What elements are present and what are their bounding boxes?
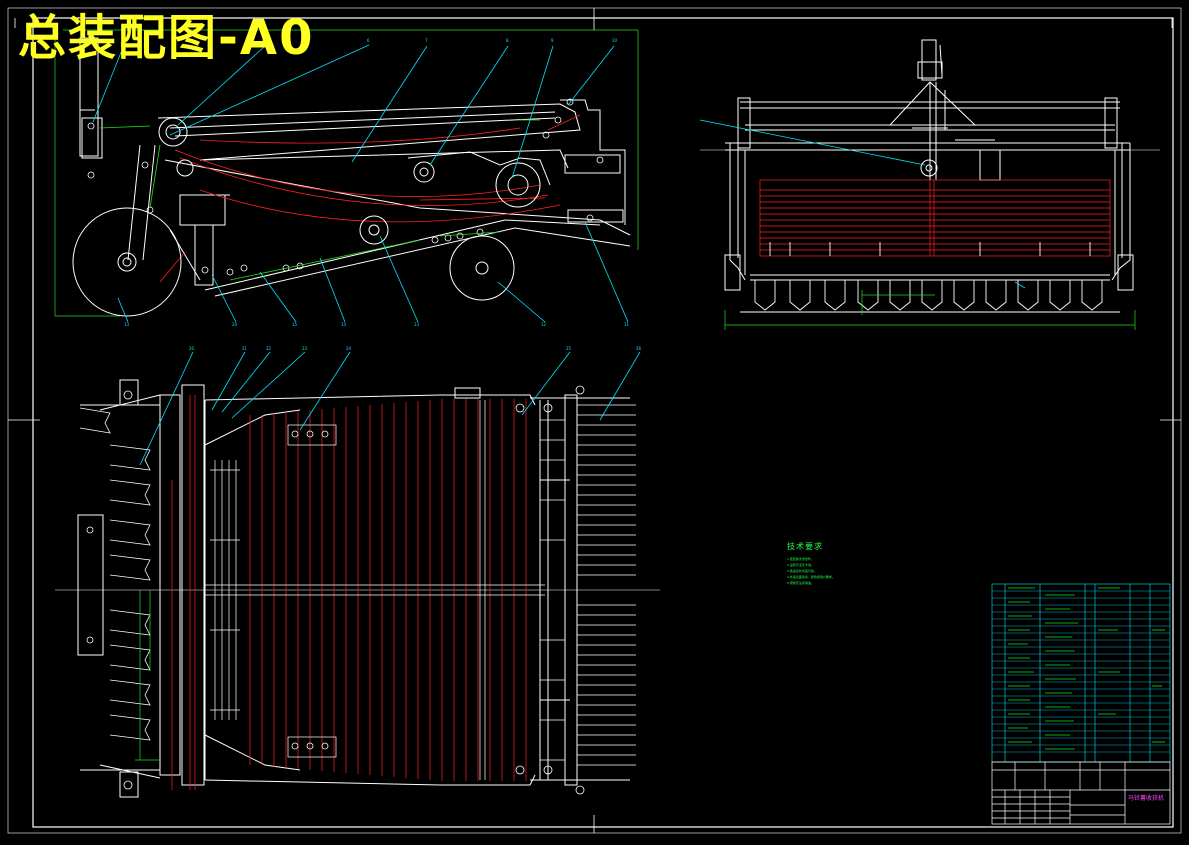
svg-text:25: 25 bbox=[566, 346, 572, 351]
svg-text:13: 13 bbox=[414, 322, 420, 327]
svg-text:20: 20 bbox=[189, 346, 195, 351]
drawing-sheet: 146 789 10 13 20 15 14 13 12 11 20 21 22… bbox=[0, 0, 1189, 841]
svg-text:26: 26 bbox=[636, 346, 642, 351]
technical-requirements: 技术要求 1.装配前清洗零件。 2.运转灵活无卡滞。 3.各连接处紧固可靠。 4… bbox=[787, 541, 835, 586]
svg-text:7: 7 bbox=[425, 38, 428, 43]
svg-text:14: 14 bbox=[341, 322, 347, 327]
svg-text:15: 15 bbox=[292, 322, 298, 327]
svg-text:10: 10 bbox=[612, 38, 618, 43]
svg-text:20: 20 bbox=[232, 322, 238, 327]
notes-line: 5.按规定注润滑油。 bbox=[787, 581, 814, 585]
notes-title: 技术要求 bbox=[787, 542, 823, 551]
drawing-title: 总装配图-A0 bbox=[18, 10, 315, 66]
cad-canvas: 14 6 789 1013 20 15 14 13 12 11 20 21 22… bbox=[7, 7, 1182, 834]
top-view: 20 21 22 23 24 25 26 bbox=[55, 346, 660, 798]
svg-text:11: 11 bbox=[624, 322, 630, 327]
svg-text:22: 22 bbox=[266, 346, 272, 351]
svg-text:6: 6 bbox=[367, 38, 370, 43]
svg-text:8: 8 bbox=[506, 38, 509, 43]
svg-text:23: 23 bbox=[302, 346, 308, 351]
svg-text:12: 12 bbox=[541, 322, 547, 327]
front-view bbox=[699, 39, 1160, 330]
svg-text:13: 13 bbox=[124, 322, 130, 327]
parts-list bbox=[991, 583, 1171, 763]
svg-text:21: 21 bbox=[242, 346, 248, 351]
side-view: 14 6 789 1013 20 15 14 13 12 11 bbox=[54, 29, 639, 327]
svg-text:9: 9 bbox=[551, 38, 554, 43]
svg-text:24: 24 bbox=[346, 346, 352, 351]
title-block-name: 马铃薯收获机 bbox=[1128, 795, 1165, 802]
